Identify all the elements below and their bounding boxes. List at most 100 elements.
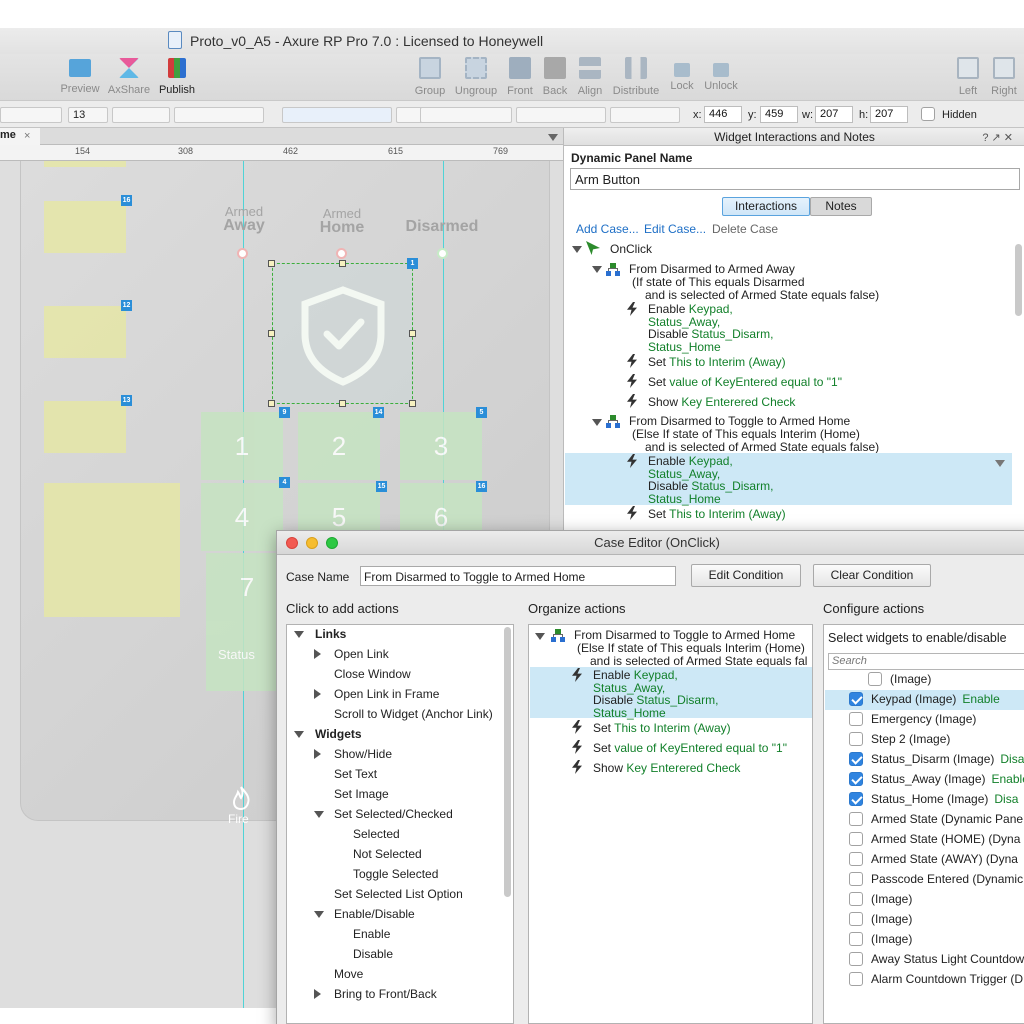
action-tree-item[interactable]: Move xyxy=(334,967,363,981)
widget-checkbox[interactable] xyxy=(849,872,863,886)
panel-name-input[interactable]: Arm Button xyxy=(570,168,1020,190)
panel-controls-icon[interactable]: ? ↗ ✕ xyxy=(982,129,1013,147)
widget-list-item[interactable]: (Image) xyxy=(871,893,912,906)
chevron-down-icon[interactable] xyxy=(995,460,1005,467)
widget-list-item[interactable]: (Image) xyxy=(871,933,912,946)
close-window-icon[interactable] xyxy=(286,537,298,549)
event-onclick[interactable]: OnClick xyxy=(610,243,652,256)
arm-button-panel[interactable] xyxy=(272,263,413,404)
resize-handle[interactable] xyxy=(409,330,416,337)
widget-list-item[interactable]: Armed State (HOME) (Dyna xyxy=(871,833,1020,846)
y-input[interactable]: 459 xyxy=(760,106,798,123)
widget-list-item[interactable]: Status_Home (Image) Disa xyxy=(871,793,1018,806)
widget-list-item[interactable]: Passcode Entered (Dynamic xyxy=(871,873,1023,886)
collapse-triangle-icon[interactable] xyxy=(592,266,602,273)
edit-condition-button[interactable]: Edit Condition xyxy=(691,564,801,587)
organize-action-set-state[interactable]: Set This to Interim (Away) xyxy=(593,722,731,735)
font-size-select[interactable]: 13 xyxy=(68,107,108,123)
widget-checkbox[interactable] xyxy=(849,972,863,986)
note-shape[interactable] xyxy=(44,306,126,358)
widget-list-item[interactable]: (Image) xyxy=(890,673,931,686)
fill-color-buttons[interactable] xyxy=(420,107,512,123)
h-input[interactable]: 207 xyxy=(870,106,908,123)
widget-list-item[interactable]: Alarm Countdown Trigger (D xyxy=(871,973,1023,986)
minimize-window-icon[interactable] xyxy=(306,537,318,549)
expand-triangle-icon[interactable] xyxy=(314,649,321,659)
widget-checkbox[interactable] xyxy=(849,712,863,726)
add-case-link[interactable]: Add Case... xyxy=(576,222,639,236)
action-tree-item[interactable]: Set Selected List Option xyxy=(334,887,463,901)
resize-handle[interactable] xyxy=(339,260,346,267)
scrollbar[interactable] xyxy=(1015,244,1022,316)
widget-checkbox[interactable] xyxy=(849,792,863,806)
action-tree-item[interactable]: Enable/Disable xyxy=(334,907,415,921)
text-format-buttons[interactable] xyxy=(174,107,264,123)
collapse-triangle-icon[interactable] xyxy=(314,911,324,918)
organize-action-show[interactable]: Show Key Enterered Check xyxy=(593,762,740,775)
action-tree-item[interactable]: Scroll to Widget (Anchor Link) xyxy=(334,707,493,721)
note-shape[interactable] xyxy=(44,401,126,453)
collapse-triangle-icon[interactable] xyxy=(294,631,304,638)
tab-menu-icon[interactable] xyxy=(548,134,558,141)
action-tree-item[interactable]: Disable xyxy=(353,947,393,961)
widget-checkbox[interactable] xyxy=(849,832,863,846)
keypad-key[interactable]: 1 xyxy=(201,412,283,480)
action-show[interactable]: Show Key Enterered Check xyxy=(648,396,795,409)
action-tree-item[interactable]: Open Link xyxy=(334,647,389,661)
group-button[interactable]: Group xyxy=(406,54,454,100)
widget-list-item[interactable]: Armed State (Dynamic Pane xyxy=(871,813,1023,826)
action-tree-item[interactable]: Close Window xyxy=(334,667,411,681)
unlock-button[interactable]: Unlock xyxy=(697,54,745,100)
text-align-buttons[interactable] xyxy=(282,107,392,123)
align-button[interactable]: Align xyxy=(566,54,614,100)
distribute-button[interactable]: Distribute xyxy=(612,54,660,100)
keypad-key[interactable]: 4 xyxy=(201,483,283,551)
collapse-triangle-icon[interactable] xyxy=(535,633,545,640)
status-button[interactable]: Status xyxy=(206,621,280,691)
widget-list-item[interactable]: Status_Away (Image) Enable xyxy=(871,773,1024,786)
action-tree-item[interactable]: Set Text xyxy=(334,767,377,781)
action-tree-item[interactable]: Set Image xyxy=(334,787,389,801)
publish-button[interactable]: Publish xyxy=(153,54,201,100)
note-shape[interactable] xyxy=(44,161,126,167)
collapse-triangle-icon[interactable] xyxy=(314,811,324,818)
case-name-input[interactable]: From Disarmed to Toggle to Armed Home xyxy=(360,566,676,586)
action-tree-item[interactable]: Set Selected/Checked xyxy=(334,807,453,821)
text-style-buttons[interactable] xyxy=(112,107,170,123)
resize-handle[interactable] xyxy=(268,400,275,407)
collapse-triangle-icon[interactable] xyxy=(294,731,304,738)
action-set-value[interactable]: Set value of KeyEntered equal to "1" xyxy=(648,376,842,389)
right-button[interactable]: Right xyxy=(980,54,1024,100)
widget-list-item[interactable]: (Image) xyxy=(871,913,912,926)
widget-list-item[interactable]: Away Status Light Countdow xyxy=(871,953,1024,966)
hidden-checkbox[interactable] xyxy=(921,107,935,121)
fire-button[interactable]: Fire xyxy=(226,785,256,826)
action-tree-item[interactable]: Not Selected xyxy=(353,847,422,861)
organize-action-enable-disable[interactable]: Enable Keypad, Status_Away, Disable Stat… xyxy=(593,669,718,719)
delete-case-link[interactable]: Delete Case xyxy=(712,222,778,236)
scrollbar[interactable] xyxy=(504,627,511,897)
collapse-triangle-icon[interactable] xyxy=(592,419,602,426)
maximize-window-icon[interactable] xyxy=(326,537,338,549)
action-enable-disable[interactable]: Enable Keypad, Status_Away, Disable Stat… xyxy=(648,455,773,505)
arrow-style-buttons[interactable] xyxy=(610,107,680,123)
tab-notes[interactable]: Notes xyxy=(810,197,872,216)
keypad-key[interactable]: 3 xyxy=(400,412,482,480)
widget-checkbox[interactable] xyxy=(849,852,863,866)
expand-triangle-icon[interactable] xyxy=(314,689,321,699)
font-family-select[interactable] xyxy=(0,107,62,123)
widget-checkbox[interactable] xyxy=(868,672,882,686)
action-tree-item[interactable]: Links xyxy=(315,627,346,641)
ungroup-button[interactable]: Ungroup xyxy=(452,54,500,100)
widget-checkbox[interactable] xyxy=(849,952,863,966)
widget-checkbox[interactable] xyxy=(849,772,863,786)
edit-case-link[interactable]: Edit Case... xyxy=(644,222,706,236)
resize-handle[interactable] xyxy=(409,400,416,407)
resize-handle[interactable] xyxy=(268,260,275,267)
clear-condition-button[interactable]: Clear Condition xyxy=(813,564,931,587)
close-tab-icon[interactable]: × xyxy=(24,130,30,142)
line-style-buttons[interactable] xyxy=(516,107,606,123)
resize-handle[interactable] xyxy=(339,400,346,407)
action-set-panel-state[interactable]: Set This to Interim (Away) xyxy=(648,508,786,521)
action-tree-item[interactable]: Selected xyxy=(353,827,400,841)
